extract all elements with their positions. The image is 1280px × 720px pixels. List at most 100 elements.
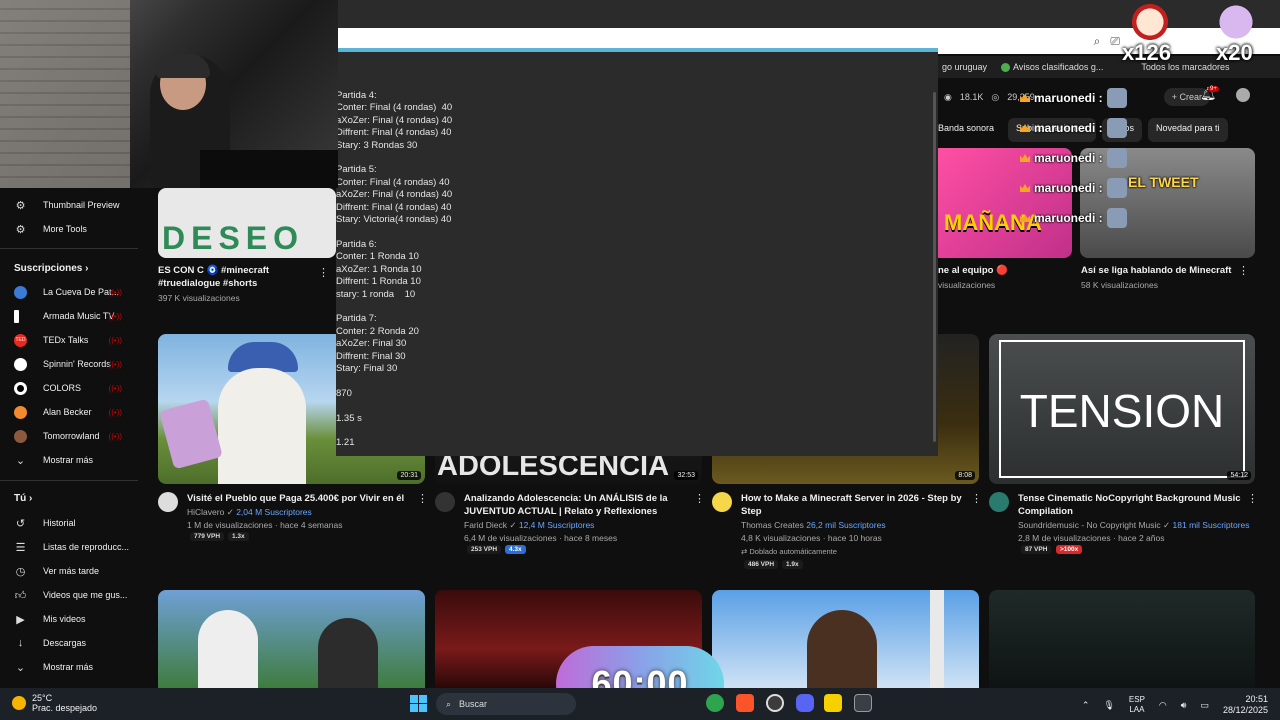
battery-icon[interactable]: ▭ [1200, 700, 1209, 711]
whatsapp-icon[interactable] [706, 694, 724, 712]
video-thumbnail[interactable] [158, 590, 425, 688]
start-button[interactable] [410, 695, 427, 712]
sidebar-sub[interactable]: TED TEDx Talks ((•)) [0, 329, 140, 351]
weather-widget[interactable]: 25°C Prac. despejado [12, 693, 97, 713]
video-title[interactable]: Así se liga hablando de Minecraft [1081, 264, 1231, 277]
video-thumbnail[interactable]: DESEO [158, 188, 336, 258]
sidebar-item-thumbnail-preview[interactable]: ⚙ Thumbnail Preview [0, 194, 140, 216]
sidebar-item-playlists[interactable]: ☰ Listas de reproducc... [0, 536, 140, 558]
channel-avatar[interactable] [158, 492, 178, 512]
channel-line: Thomas Creates 26,2 mil Suscriptores [741, 519, 886, 532]
channel-name[interactable]: HiClavero [187, 507, 224, 517]
channel-name[interactable]: Farid Dieck [464, 520, 507, 530]
history-icon: ↺ [15, 517, 26, 530]
chat-message: maruonedi : [1020, 148, 1127, 168]
discord-icon[interactable] [796, 694, 814, 712]
channel-avatar[interactable] [435, 492, 455, 512]
channel-avatar [14, 405, 27, 419]
microphone-icon[interactable]: 🎙︎ [1103, 700, 1114, 711]
wifi-icon[interactable]: ◠ [1159, 700, 1167, 711]
multiplier-badge: 1.3x [228, 532, 249, 541]
crown-icon [1020, 184, 1030, 192]
chip[interactable]: Banda sonora [930, 118, 1002, 142]
screen: ⌕ ⎚ go uruguay Avisos clasificados g... … [0, 0, 1280, 720]
subscriptions-heading[interactable]: Suscripciones › [14, 263, 88, 274]
video-title[interactable]: ne al equipo 🔴 [938, 264, 1008, 277]
more-icon[interactable]: ⋮ [971, 492, 982, 505]
taskbar-search[interactable]: ⌕ Buscar [436, 693, 576, 715]
zoom-icon[interactable]: ⌕ [1094, 34, 1101, 49]
sidebar: ⚙ Thumbnail Preview ⚙ More Tools Suscrip… [0, 188, 140, 688]
chevron-up-icon[interactable]: ⌃ [1082, 700, 1090, 711]
show-more-button[interactable]: ⌄ Mostrar más [0, 449, 140, 471]
multiplier-badge: 4.3x [505, 545, 526, 554]
more-icon[interactable]: ⋮ [694, 492, 705, 505]
bookmark-item[interactable]: go uruguay [942, 62, 987, 72]
sidebar-item-label: Listas de reproducc... [43, 542, 130, 552]
more-icon[interactable]: ⋮ [1247, 492, 1258, 505]
sidebar-item-more-tools[interactable]: ⚙ More Tools [0, 218, 140, 240]
sidebar-sub[interactable]: Spinnin' Records ((•)) [0, 353, 140, 375]
video-title[interactable]: Tense Cinematic NoCopyright Background M… [1018, 492, 1243, 518]
sidebar-sub[interactable]: Armada Music TV ((•)) [0, 305, 140, 327]
sidebar-sub[interactable]: COLORS ((•)) [0, 377, 140, 399]
channel-name[interactable]: Thomas Creates [741, 520, 804, 530]
sidebar-sub[interactable]: La Cueva De Pat... ((•)) [0, 281, 140, 303]
more-icon[interactable]: ⋮ [417, 492, 428, 505]
chip[interactable]: Novedad para ti [1147, 118, 1228, 142]
volume-icon[interactable]: 🔊︎ [1181, 700, 1187, 711]
show-more-button[interactable]: ⌄ Mostrar más [0, 656, 140, 678]
person-shape [807, 610, 877, 688]
video-title[interactable]: How to Make a Minecraft Server in 2026 -… [741, 492, 966, 518]
chat-message-text: EL TWEET [1128, 174, 1199, 190]
live-icon: ((•)) [108, 287, 122, 297]
video-title[interactable]: Analizando Adolescencia: Un ANÁLISIS de … [464, 492, 694, 518]
video-thumbnail[interactable]: TENSION 54:12 [989, 334, 1255, 484]
channel-avatar[interactable] [712, 492, 732, 512]
clock[interactable]: 20:51 28/12/2025 [1223, 694, 1268, 716]
subscriber-count: 26,2 mil Suscriptores [806, 520, 886, 530]
notification-count: 9+ [1208, 86, 1219, 92]
sidebar-item-watch-later[interactable]: ◷ Ver más tarde [0, 560, 140, 582]
video-title[interactable]: Visité el Pueblo que Paga 25.400€ por Vi… [187, 492, 412, 505]
channel-line: Farid Dieck ✓ 12,4 M Suscriptores [464, 520, 595, 530]
sidebar-item-label: Alan Becker [43, 407, 92, 417]
notepad-scrollbar[interactable] [933, 92, 936, 442]
channel-name[interactable]: Soundridemusic - No Copyright Music [1018, 520, 1161, 530]
lang-indicator[interactable]: ESP LAA [1129, 695, 1145, 715]
more-icon[interactable]: ⋮ [1238, 264, 1249, 277]
sidebar-sub[interactable]: Alan Becker ((•)) [0, 401, 140, 423]
sidebar-item-label: Ver más tarde [43, 566, 100, 576]
sidebar-item-history[interactable]: ↺ Historial [0, 512, 140, 534]
chat-username: maruonedi : [1034, 91, 1103, 105]
sidebar-item-my-videos[interactable]: ▶ Mis videos [0, 608, 140, 630]
video-thumbnail[interactable] [712, 590, 979, 688]
counter-overlay: x126 [1122, 40, 1171, 65]
sticky-notes-icon[interactable] [824, 694, 842, 712]
channel-avatar [14, 429, 27, 443]
sidebar-item-liked[interactable]: 👍︎ Videos que me gus... [0, 584, 140, 606]
bookmark-label: Avisos clasificados g... [1013, 61, 1104, 72]
github-icon[interactable] [766, 694, 784, 712]
video-title[interactable]: ES CON C 🧿 #minecraft #truedialogue #sho… [158, 264, 333, 290]
santa-sticker-icon [1128, 2, 1172, 42]
brick-wall-shape [0, 0, 130, 188]
bookmark-item[interactable]: Avisos clasificados g... [1001, 61, 1104, 73]
notepad-window[interactable]: Partida 4: Conter: Final (4 rondas) 40 a… [336, 48, 938, 456]
sidebar-item-downloads[interactable]: ↓ Descargas [0, 632, 140, 654]
sidebar-sub[interactable]: Tomorrowland ((•)) [0, 425, 140, 447]
cast-icon[interactable]: ⎚ [1110, 34, 1120, 49]
channel-avatar[interactable] [989, 492, 1009, 512]
vph-badge: 253 VPH [467, 545, 502, 554]
emote-icon [1106, 148, 1127, 168]
more-icon[interactable]: ⋮ [318, 266, 329, 279]
avatar[interactable] [1236, 88, 1250, 102]
brave-icon[interactable] [736, 694, 754, 712]
you-heading[interactable]: Tú › [14, 493, 32, 504]
notepad-text[interactable]: Partida 4: Conter: Final (4 rondas) 40 a… [336, 90, 932, 450]
divider [0, 480, 138, 481]
live-icon: ((•)) [108, 431, 122, 441]
video-thumbnail[interactable] [989, 590, 1255, 688]
calculator-icon[interactable] [854, 694, 872, 712]
person-shape [318, 618, 378, 688]
